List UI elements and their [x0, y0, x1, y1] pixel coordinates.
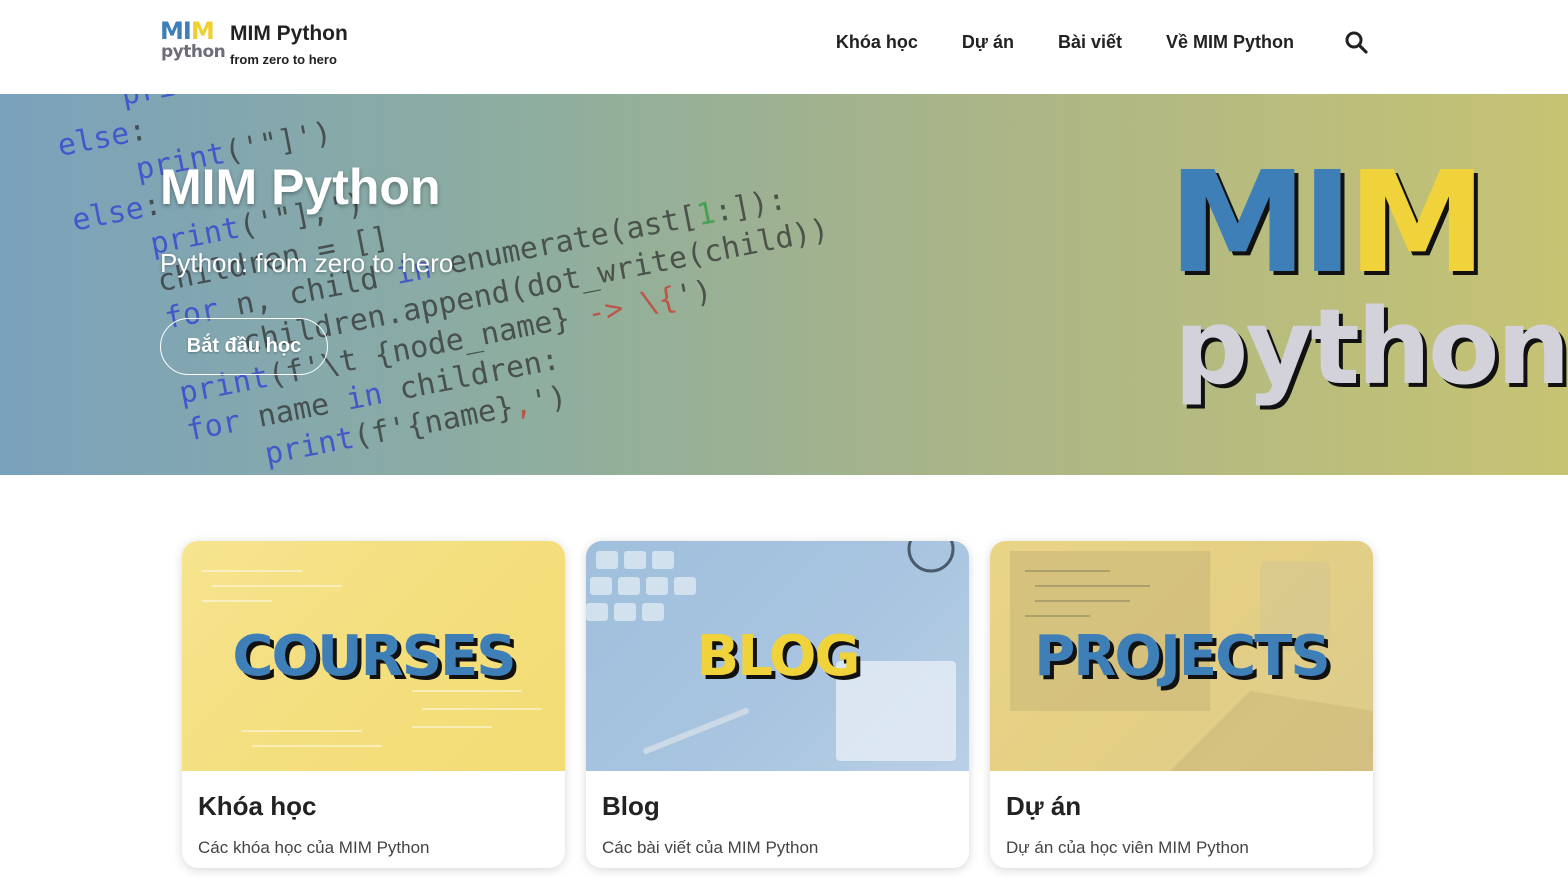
hero-logo: MIM python	[1168, 154, 1568, 414]
card-blog[interactable]: BLOG Blog Các bài viết của MIM Python	[586, 541, 969, 868]
card-projects[interactable]: PROJECTS Dự án Dự án của học viên MIM Py…	[990, 541, 1373, 868]
card-image-blog[interactable]: BLOG	[586, 541, 969, 771]
logo-mim-yellow: M	[190, 17, 215, 45]
card-image-courses[interactable]: COURSES	[182, 541, 565, 771]
code-background: if ast: print(f'= { else: print('"]') el…	[54, 94, 832, 475]
hero-logo-mim-blue: MI	[1168, 142, 1353, 305]
brand-subtitle: from zero to hero	[230, 51, 337, 67]
nav-item-courses[interactable]: Khóa học	[836, 32, 918, 53]
card-list: COURSES Khóa học Các khóa học của MIM Py…	[182, 541, 1373, 868]
card-description-courses: Các khóa học của MIM Python	[198, 838, 430, 857]
hero-logo-python: python	[1174, 286, 1568, 408]
main-nav: Khóa học Dự án Bài viết Về MIM Python	[792, 30, 1368, 54]
nav-item-posts[interactable]: Bài viết	[1058, 32, 1122, 53]
card-courses[interactable]: COURSES Khóa học Các khóa học của MIM Py…	[182, 541, 565, 868]
card-description-blog: Các bài viết của MIM Python	[602, 838, 819, 857]
hero-title: MIM Python	[160, 159, 441, 215]
search-icon[interactable]	[1344, 30, 1368, 54]
card-image-word-projects: PROJECTS	[1034, 623, 1330, 689]
brand-logo[interactable]: MIM python	[160, 17, 226, 68]
logo-python: python	[161, 42, 226, 62]
card-title-blog[interactable]: Blog	[602, 791, 969, 822]
hero-subtitle: Python: from zero to hero	[160, 248, 454, 278]
site-header: MIM python MIM Python from zero to hero …	[0, 0, 1568, 94]
nav-item-about[interactable]: Về MIM Python	[1166, 32, 1294, 53]
hero-logo-mim-yellow: M	[1347, 142, 1486, 305]
card-title-courses[interactable]: Khóa học	[198, 791, 565, 822]
card-image-word-blog: BLOG	[696, 623, 861, 689]
brand[interactable]: MIM python MIM Python from zero to hero	[160, 18, 348, 68]
card-title-projects[interactable]: Dự án	[1006, 791, 1373, 822]
card-image-projects[interactable]: PROJECTS	[990, 541, 1373, 771]
brand-title[interactable]: MIM Python	[230, 20, 348, 48]
card-image-word-courses: COURSES	[232, 623, 516, 689]
nav-item-projects[interactable]: Dự án	[962, 32, 1014, 53]
logo-mim-blue: MI	[160, 17, 192, 45]
hero-banner: if ast: print(f'= { else: print('"]') el…	[0, 94, 1568, 475]
start-learning-button[interactable]: Bắt đầu học	[160, 318, 328, 375]
card-description-projects: Dự án của học viên MIM Python	[1006, 838, 1249, 857]
